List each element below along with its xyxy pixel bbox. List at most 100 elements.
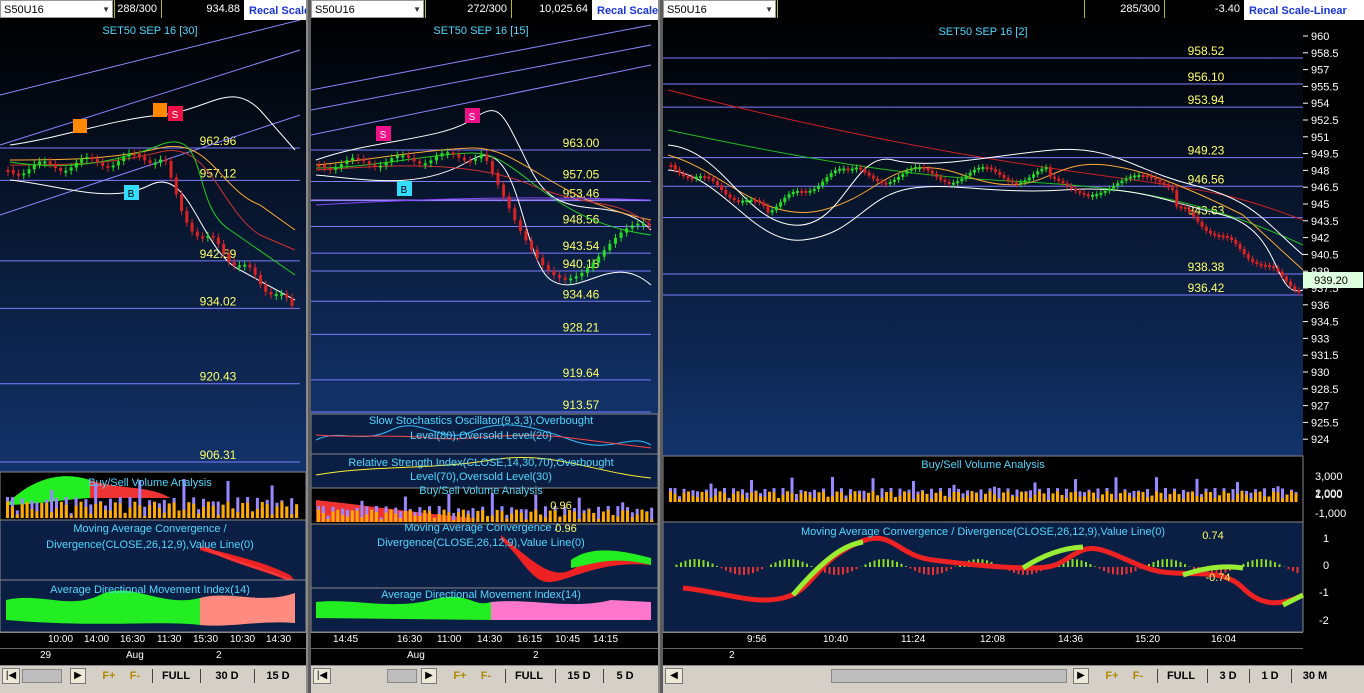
buy-volume-bar [355,510,359,522]
f-plus-button[interactable]: F+ [1101,667,1123,685]
first-page-button[interactable]: |◀ [2,668,20,684]
candle [507,196,511,209]
candle [812,188,816,191]
candle [1074,188,1078,191]
time-axis: 9:56 10:40 11:24 12:08 14:36 15:20 16:04 [663,632,1303,648]
sell-volume-bar [1047,488,1050,502]
f-minus-button[interactable]: F- [475,667,497,685]
chart-canvas[interactable]: SET50 SEP 16 [2] 958.52 956.10 953.94 949.2… [663,20,1364,632]
buy-volume-bar [153,501,156,518]
candle [27,169,31,174]
svg-text:-2: -2 [1319,615,1329,627]
svg-text:0: 0 [1323,560,1329,572]
f-minus-button[interactable]: F- [1127,667,1149,685]
tf-15d-button[interactable]: 15 D [559,667,599,685]
macd-histogram-bar [747,567,750,575]
next-page-button[interactable]: ▶ [1073,668,1089,684]
buy-volume-bar [1024,492,1028,502]
recal-scale-button[interactable]: Recal Scale [244,0,306,20]
candle [269,292,273,295]
next-page-button[interactable]: ▶ [70,668,86,684]
candle [64,170,68,173]
f-plus-button[interactable]: F+ [449,667,471,685]
buy-volume-bar [885,492,888,502]
buy-volume-bar [423,510,427,522]
sell-volume-bar [1114,477,1118,502]
recal-scale-button[interactable]: Recal Scale-Linear [1244,0,1364,20]
pane-bottom-toolbar: ◀ ▶ F+ F- FULL 3 D 1 D 30 M [663,665,1364,693]
price-level-label: 920.43 [200,370,237,384]
macd-histogram-bar [716,565,718,567]
tf-30d-button[interactable]: 30 D [204,667,250,685]
f-plus-button[interactable]: F+ [98,667,120,685]
buy-volume-bar [270,514,274,518]
tf-15d-button[interactable]: 15 D [258,667,298,685]
macd-histogram-bar [720,567,723,569]
scrollbar-thumb[interactable] [22,669,62,683]
chart-canvas[interactable]: SET50 SEP 16 [30] 962.96957.12942.59934.… [0,20,306,632]
candle [977,167,981,170]
chart-pane-30min[interactable]: S50U16 ▼ 288/300 934.88 Recal Scale SET50… [0,0,308,693]
candle [1204,226,1208,231]
buy-volume-bar [867,493,870,502]
first-page-button[interactable]: |◀ [313,668,331,684]
buy-volume-bar [1137,492,1140,502]
candle [434,156,438,161]
f-minus-button[interactable]: F- [124,667,146,685]
buy-volume-bar [732,493,735,502]
buy-volume-bar [768,491,771,502]
tf-5d-button[interactable]: 5 D [607,667,643,685]
bars-count: 272/300 [425,0,510,18]
candle [237,265,241,268]
macd-histogram-bar [738,567,741,575]
macd-histogram-bar [1112,567,1114,575]
symbol-select[interactable]: S50U16 ▼ [0,0,113,18]
signal-marker[interactable] [153,103,167,117]
candle [569,278,573,281]
macd-histogram-bar [1107,567,1110,573]
candle [1031,174,1035,178]
signal-marker[interactable] [73,119,87,133]
candle [753,199,757,202]
buy-volume-bar [975,493,978,502]
candle [1036,171,1040,175]
buy-volume-bar [133,501,137,518]
chart-canvas[interactable]: SET50 SEP 16 [15] 963.00957.05953.46948.… [311,20,658,632]
macd-title-params: Divergence(CLOSE,26,12,9),Value Line(0) [377,537,585,549]
tf-full-button[interactable]: FULL [509,667,549,685]
chart-pane-15min[interactable]: S50U16 ▼ 272/300 10,025.64 Recal Scale SE… [311,0,660,693]
scrollbar-thumb[interactable] [831,669,1067,683]
buy-volume-bar [1087,491,1091,502]
recal-scale-button[interactable]: Recal Scale [592,0,658,20]
chart-area[interactable]: SET50 SEP 16 [15] 963.00 957.05 953.46 948.… [311,20,658,632]
buy-volume-bar [138,505,142,518]
buy-volume-bar [466,514,470,522]
tf-1d-button[interactable]: 1 D [1253,667,1287,685]
candle [690,177,694,180]
buy-volume-bar [341,514,345,522]
macd-histogram-bar [891,560,894,567]
tf-30m-button[interactable]: 30 M [1295,667,1335,685]
next-page-button[interactable]: ▶ [421,668,437,684]
chart-pane-2min[interactable]: S50U16 ▼ 285/300 -3.40 Recal Scale-Linear… [663,0,1364,693]
chart-area[interactable]: SET50 SEP 16 [30] 962.96 957.12 942.59 934.… [0,20,306,632]
symbol-select[interactable]: S50U16 ▼ [311,0,424,18]
buy-volume-bar [921,491,924,502]
candle [159,159,163,163]
macd-histogram-bar [675,564,678,567]
chart-area[interactable]: SET50 SEP 16 [2] 958.52 956.10 953.94 949.2… [663,20,1364,632]
buy-volume-bar [601,511,605,522]
scrollbar-thumb[interactable] [387,669,417,683]
tf-full-button[interactable]: FULL [1161,667,1201,685]
candle [1137,175,1141,178]
buy-volume-bar [461,509,465,522]
buy-volume-bar [1177,494,1181,502]
candle [669,165,673,167]
symbol-select[interactable]: S50U16 ▼ [663,0,776,18]
tf-3d-button[interactable]: 3 D [1211,667,1245,685]
tf-full-button[interactable]: FULL [156,667,196,685]
macd-histogram-bar [1265,559,1267,567]
macd-histogram-bar [909,567,912,569]
buy-volume-bar [630,517,634,522]
prev-page-button[interactable]: ◀ [665,668,683,684]
